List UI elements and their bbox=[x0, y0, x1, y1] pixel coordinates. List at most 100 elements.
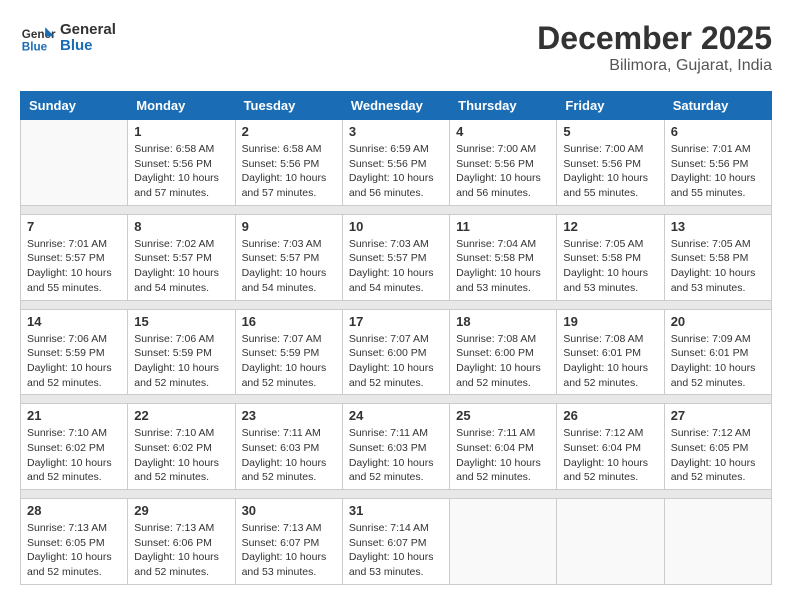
calendar-header-friday: Friday bbox=[557, 92, 664, 120]
calendar-day-cell: 5Sunrise: 7:00 AMSunset: 5:56 PMDaylight… bbox=[557, 120, 664, 206]
day-number: 26 bbox=[563, 408, 657, 423]
day-number: 21 bbox=[27, 408, 121, 423]
day-info: Sunrise: 7:01 AMSunset: 5:56 PMDaylight:… bbox=[671, 142, 765, 201]
day-number: 28 bbox=[27, 503, 121, 518]
day-info: Sunrise: 7:09 AMSunset: 6:01 PMDaylight:… bbox=[671, 332, 765, 391]
calendar-day-cell: 9Sunrise: 7:03 AMSunset: 5:57 PMDaylight… bbox=[235, 214, 342, 300]
logo-blue: Blue bbox=[60, 38, 116, 55]
calendar-day-cell: 15 Sunrise: 7:06 AMSunset: 5:59 PMDayligh… bbox=[128, 309, 235, 395]
logo: General Blue General Blue bbox=[20, 20, 116, 56]
day-number: 6 bbox=[671, 124, 765, 139]
day-info: Sunrise: 7:11 AMSunset: 6:03 PMDaylight:… bbox=[349, 426, 443, 485]
calendar-week-row: 14Sunrise: 7:06 AMSunset: 5:59 PMDayligh… bbox=[21, 309, 772, 395]
day-info: Sunrise: 7:10 AMSunset: 6:02 PMDaylight:… bbox=[134, 426, 228, 485]
day-info: Sunrise: 7:08 AMSunset: 6:00 PMDaylight:… bbox=[456, 332, 550, 391]
day-info: Sunrise: 7:03 AMSunset: 5:57 PMDaylight:… bbox=[242, 237, 336, 296]
calendar-day-cell bbox=[450, 499, 557, 585]
week-separator-cell bbox=[21, 300, 772, 309]
calendar-day-cell: 8 Sunrise: 7:02 AMSunset: 5:57 PMDaylight… bbox=[128, 214, 235, 300]
week-separator-row bbox=[21, 205, 772, 214]
calendar-week-row: 1 Sunrise: 6:58 AMSunset: 5:56 PMDaylight… bbox=[21, 120, 772, 206]
week-separator-cell bbox=[21, 205, 772, 214]
calendar-header-tuesday: Tuesday bbox=[235, 92, 342, 120]
calendar-header-wednesday: Wednesday bbox=[342, 92, 449, 120]
day-number: 22 bbox=[134, 408, 228, 423]
week-separator-row bbox=[21, 300, 772, 309]
calendar-day-cell bbox=[21, 120, 128, 206]
day-info: Sunrise: 7:06 AMSunset: 5:59 PMDaylight:… bbox=[134, 332, 228, 391]
calendar-table: SundayMondayTuesdayWednesdayThursdayFrid… bbox=[20, 91, 772, 585]
calendar-day-cell: 16 Sunrise: 7:07 AMSunset: 5:59 PMDayligh… bbox=[235, 309, 342, 395]
week-separator-cell bbox=[21, 490, 772, 499]
week-separator-row bbox=[21, 395, 772, 404]
day-info: Sunrise: 7:13 AMSunset: 6:07 PMDaylight:… bbox=[242, 521, 336, 580]
calendar-day-cell: 30Sunrise: 7:13 AMSunset: 6:07 PMDayligh… bbox=[235, 499, 342, 585]
calendar-day-cell: 19Sunrise: 7:08 AMSunset: 6:01 PMDayligh… bbox=[557, 309, 664, 395]
day-info: Sunrise: 7:06 AMSunset: 5:59 PMDaylight:… bbox=[27, 332, 121, 391]
location-title: Bilimora, Gujarat, India bbox=[537, 57, 772, 75]
day-number: 20 bbox=[671, 314, 765, 329]
day-number: 4 bbox=[456, 124, 550, 139]
calendar-day-cell: 13 Sunrise: 7:05 AMSunset: 5:58 PMDayligh… bbox=[664, 214, 771, 300]
day-info: Sunrise: 6:58 AMSunset: 5:56 PMDaylight:… bbox=[134, 142, 228, 201]
day-info: Sunrise: 7:13 AMSunset: 6:06 PMDaylight:… bbox=[134, 521, 228, 580]
calendar-day-cell: 26Sunrise: 7:12 AMSunset: 6:04 PMDayligh… bbox=[557, 404, 664, 490]
calendar-day-cell: 6 Sunrise: 7:01 AMSunset: 5:56 PMDaylight… bbox=[664, 120, 771, 206]
day-info: Sunrise: 7:02 AMSunset: 5:57 PMDaylight:… bbox=[134, 237, 228, 296]
calendar-day-cell: 14Sunrise: 7:06 AMSunset: 5:59 PMDayligh… bbox=[21, 309, 128, 395]
calendar-day-cell: 25Sunrise: 7:11 AMSunset: 6:04 PMDayligh… bbox=[450, 404, 557, 490]
calendar-day-cell bbox=[664, 499, 771, 585]
week-separator-cell bbox=[21, 395, 772, 404]
calendar-week-row: 7Sunrise: 7:01 AMSunset: 5:57 PMDaylight… bbox=[21, 214, 772, 300]
calendar-header-monday: Monday bbox=[128, 92, 235, 120]
calendar-day-cell: 10 Sunrise: 7:03 AMSunset: 5:57 PMDayligh… bbox=[342, 214, 449, 300]
day-info: Sunrise: 7:11 AMSunset: 6:03 PMDaylight:… bbox=[242, 426, 336, 485]
day-info: Sunrise: 7:05 AMSunset: 5:58 PMDaylight:… bbox=[563, 237, 657, 296]
calendar-header-row: SundayMondayTuesdayWednesdayThursdayFrid… bbox=[21, 92, 772, 120]
calendar-header-saturday: Saturday bbox=[664, 92, 771, 120]
calendar-day-cell: 12 Sunrise: 7:05 AMSunset: 5:58 PMDayligh… bbox=[557, 214, 664, 300]
day-number: 16 bbox=[242, 314, 336, 329]
month-title: December 2025 bbox=[537, 20, 772, 57]
day-number: 27 bbox=[671, 408, 765, 423]
calendar-day-cell: 27Sunrise: 7:12 AMSunset: 6:05 PMDayligh… bbox=[664, 404, 771, 490]
day-number: 10 bbox=[349, 219, 443, 234]
day-number: 15 bbox=[134, 314, 228, 329]
day-info: Sunrise: 7:10 AMSunset: 6:02 PMDaylight:… bbox=[27, 426, 121, 485]
calendar-day-cell: 28Sunrise: 7:13 AMSunset: 6:05 PMDayligh… bbox=[21, 499, 128, 585]
day-number: 2 bbox=[242, 124, 336, 139]
day-info: Sunrise: 6:59 AMSunset: 5:56 PMDaylight:… bbox=[349, 142, 443, 201]
calendar-day-cell bbox=[557, 499, 664, 585]
logo-text: General Blue bbox=[60, 22, 116, 55]
day-info: Sunrise: 7:14 AMSunset: 6:07 PMDaylight:… bbox=[349, 521, 443, 580]
calendar-week-row: 21 Sunrise: 7:10 AMSunset: 6:02 PMDayligh… bbox=[21, 404, 772, 490]
day-number: 12 bbox=[563, 219, 657, 234]
calendar-day-cell: 31Sunrise: 7:14 AMSunset: 6:07 PMDayligh… bbox=[342, 499, 449, 585]
calendar-header-thursday: Thursday bbox=[450, 92, 557, 120]
svg-text:Blue: Blue bbox=[22, 41, 48, 54]
calendar-day-cell: 24Sunrise: 7:11 AMSunset: 6:03 PMDayligh… bbox=[342, 404, 449, 490]
day-number: 5 bbox=[563, 124, 657, 139]
day-number: 13 bbox=[671, 219, 765, 234]
calendar-day-cell: 7Sunrise: 7:01 AMSunset: 5:57 PMDaylight… bbox=[21, 214, 128, 300]
logo-icon: General Blue bbox=[20, 20, 56, 56]
calendar-day-cell: 3Sunrise: 6:59 AMSunset: 5:56 PMDaylight… bbox=[342, 120, 449, 206]
day-info: Sunrise: 7:07 AMSunset: 5:59 PMDaylight:… bbox=[242, 332, 336, 391]
day-info: Sunrise: 7:03 AMSunset: 5:57 PMDaylight:… bbox=[349, 237, 443, 296]
day-number: 23 bbox=[242, 408, 336, 423]
calendar-body: 1 Sunrise: 6:58 AMSunset: 5:56 PMDaylight… bbox=[21, 120, 772, 585]
calendar-day-cell: 2Sunrise: 6:58 AMSunset: 5:56 PMDaylight… bbox=[235, 120, 342, 206]
page-header: General Blue General Blue December 2025 … bbox=[20, 20, 772, 75]
day-number: 8 bbox=[134, 219, 228, 234]
day-info: Sunrise: 7:04 AMSunset: 5:58 PMDaylight:… bbox=[456, 237, 550, 296]
day-number: 29 bbox=[134, 503, 228, 518]
day-number: 25 bbox=[456, 408, 550, 423]
calendar-day-cell: 22 Sunrise: 7:10 AMSunset: 6:02 PMDayligh… bbox=[128, 404, 235, 490]
calendar-day-cell: 20 Sunrise: 7:09 AMSunset: 6:01 PMDayligh… bbox=[664, 309, 771, 395]
title-area: December 2025 Bilimora, Gujarat, India bbox=[537, 20, 772, 75]
calendar-day-cell: 4Sunrise: 7:00 AMSunset: 5:56 PMDaylight… bbox=[450, 120, 557, 206]
day-info: Sunrise: 7:05 AMSunset: 5:58 PMDaylight:… bbox=[671, 237, 765, 296]
calendar-week-row: 28Sunrise: 7:13 AMSunset: 6:05 PMDayligh… bbox=[21, 499, 772, 585]
day-number: 1 bbox=[134, 124, 228, 139]
calendar-day-cell: 29 Sunrise: 7:13 AMSunset: 6:06 PMDayligh… bbox=[128, 499, 235, 585]
